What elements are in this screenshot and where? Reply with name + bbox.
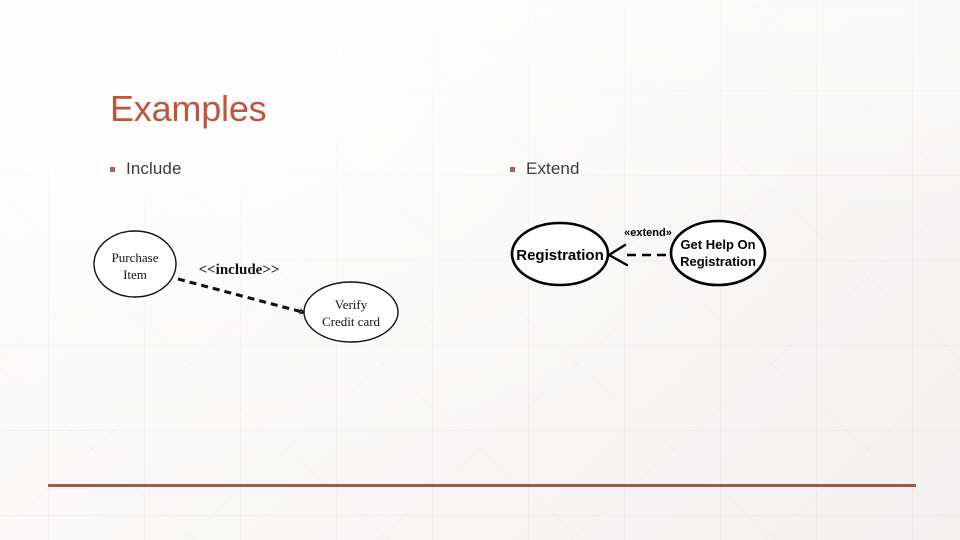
include-relationship-arrow — [177, 277, 307, 315]
stereotype-label-extend: «extend» — [624, 227, 672, 239]
stereotype-label-include: <<include>> — [199, 262, 280, 278]
bottom-accent-rule — [48, 484, 916, 487]
ellipse-shape — [303, 281, 399, 343]
bullet-item-include: Include — [110, 159, 182, 179]
slide-canvas: Examples Include Extend Purchase Item <<… — [0, 0, 960, 540]
ellipse-shape — [669, 219, 767, 287]
page-title: Examples — [110, 88, 267, 129]
include-usecase-diagram: Purchase Item <<include>> Verify Credit … — [90, 218, 420, 358]
usecase-node-verify-credit-card: Verify Credit card — [303, 281, 399, 343]
node-label-line-2: Credit card — [322, 314, 381, 329]
square-bullet-icon — [110, 166, 115, 172]
extend-usecase-diagram: Registration «extend» Get Help On Regist… — [505, 210, 780, 305]
node-label-line-2: Item — [123, 267, 147, 282]
node-label-line-2: Registration — [680, 254, 756, 269]
open-arrowhead — [607, 243, 629, 267]
bullet-label-include: Include — [126, 159, 182, 178]
dashed-arrow-line — [177, 277, 307, 315]
extend-relationship-arrowhead — [607, 243, 629, 267]
usecase-node-get-help-on-registration: Get Help On Registration — [669, 219, 767, 287]
bullet-label-extend: Extend — [526, 159, 580, 178]
bullet-item-extend: Extend — [510, 159, 580, 179]
usecase-node-registration: Registration — [510, 221, 610, 287]
node-label-line-1: Purchase — [112, 250, 159, 265]
node-label: Registration — [516, 247, 604, 264]
square-bullet-icon — [510, 166, 515, 172]
usecase-node-purchase-item: Purchase Item — [93, 230, 177, 298]
node-label-line-1: Verify — [335, 297, 368, 312]
node-label-line-1: Get Help On — [680, 237, 755, 252]
